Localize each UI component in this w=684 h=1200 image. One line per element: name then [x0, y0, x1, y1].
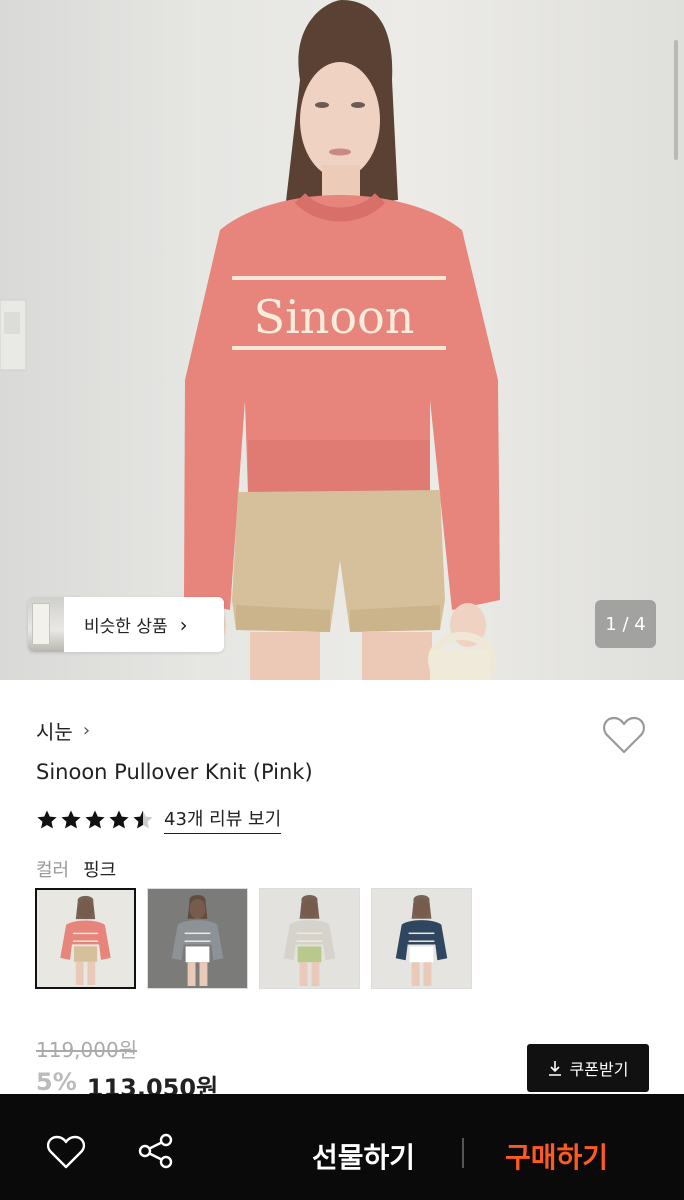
review-link[interactable]: 43개 리뷰 보기	[164, 805, 282, 834]
original-price: 119,000원	[36, 1038, 138, 1062]
download-icon	[548, 1061, 561, 1076]
star-icon	[85, 810, 105, 828]
color-swatches	[35, 888, 472, 989]
bottom-action-bar: 선물하기 구매하기	[0, 1094, 684, 1200]
color-swatch[interactable]	[371, 888, 472, 989]
brand-link[interactable]: 시눈 ›	[36, 716, 90, 745]
model-photo: Sinoon	[0, 0, 500, 680]
star-icon	[109, 810, 129, 828]
swatch-thumbnail	[260, 889, 359, 988]
star-icon	[61, 810, 81, 828]
product-image[interactable]: Sinoon	[0, 0, 684, 680]
brand-name: 시눈	[36, 720, 73, 744]
color-value: 핑크	[83, 860, 117, 881]
chevron-right-icon: ›	[179, 612, 188, 637]
scrollbar[interactable]	[674, 40, 678, 160]
swatch-thumbnail	[372, 889, 471, 988]
chevron-right-icon: ›	[82, 720, 91, 741]
gift-button[interactable]: 선물하기	[312, 1136, 415, 1176]
star-icon	[37, 810, 57, 828]
star-icon	[133, 810, 153, 828]
sweater-logo: Sinoon	[254, 290, 415, 344]
color-label: 컬러	[36, 860, 70, 881]
share-icon[interactable]	[136, 1132, 176, 1170]
product-title: Sinoon Pullover Knit (Pink)	[36, 760, 313, 784]
buy-button[interactable]: 구매하기	[505, 1136, 608, 1176]
color-swatch[interactable]	[147, 888, 248, 989]
similar-products-label: 비슷한 상품	[84, 617, 168, 637]
star-rating	[36, 809, 154, 831]
similar-thumbnail	[28, 597, 64, 652]
coupon-label: 쿠폰받기	[569, 1060, 629, 1079]
swatch-thumbnail	[37, 890, 134, 987]
similar-products-button[interactable]: 비슷한 상품 ›	[28, 597, 224, 652]
color-swatch[interactable]	[35, 888, 136, 989]
coupon-button[interactable]: 쿠폰받기	[527, 1044, 649, 1092]
color-swatch[interactable]	[259, 888, 360, 989]
rating-row: 43개 리뷰 보기	[36, 805, 282, 834]
swatch-thumbnail	[148, 889, 247, 988]
divider	[462, 1138, 464, 1168]
product-page: Sinoon 비슷한 상품 › 1 / 4 시눈 › Sinoon Pullov…	[0, 0, 684, 1200]
heart-icon[interactable]	[602, 715, 646, 755]
heart-icon[interactable]	[46, 1134, 86, 1170]
image-counter: 1 / 4	[595, 600, 656, 648]
color-option: 컬러 핑크	[36, 856, 116, 882]
